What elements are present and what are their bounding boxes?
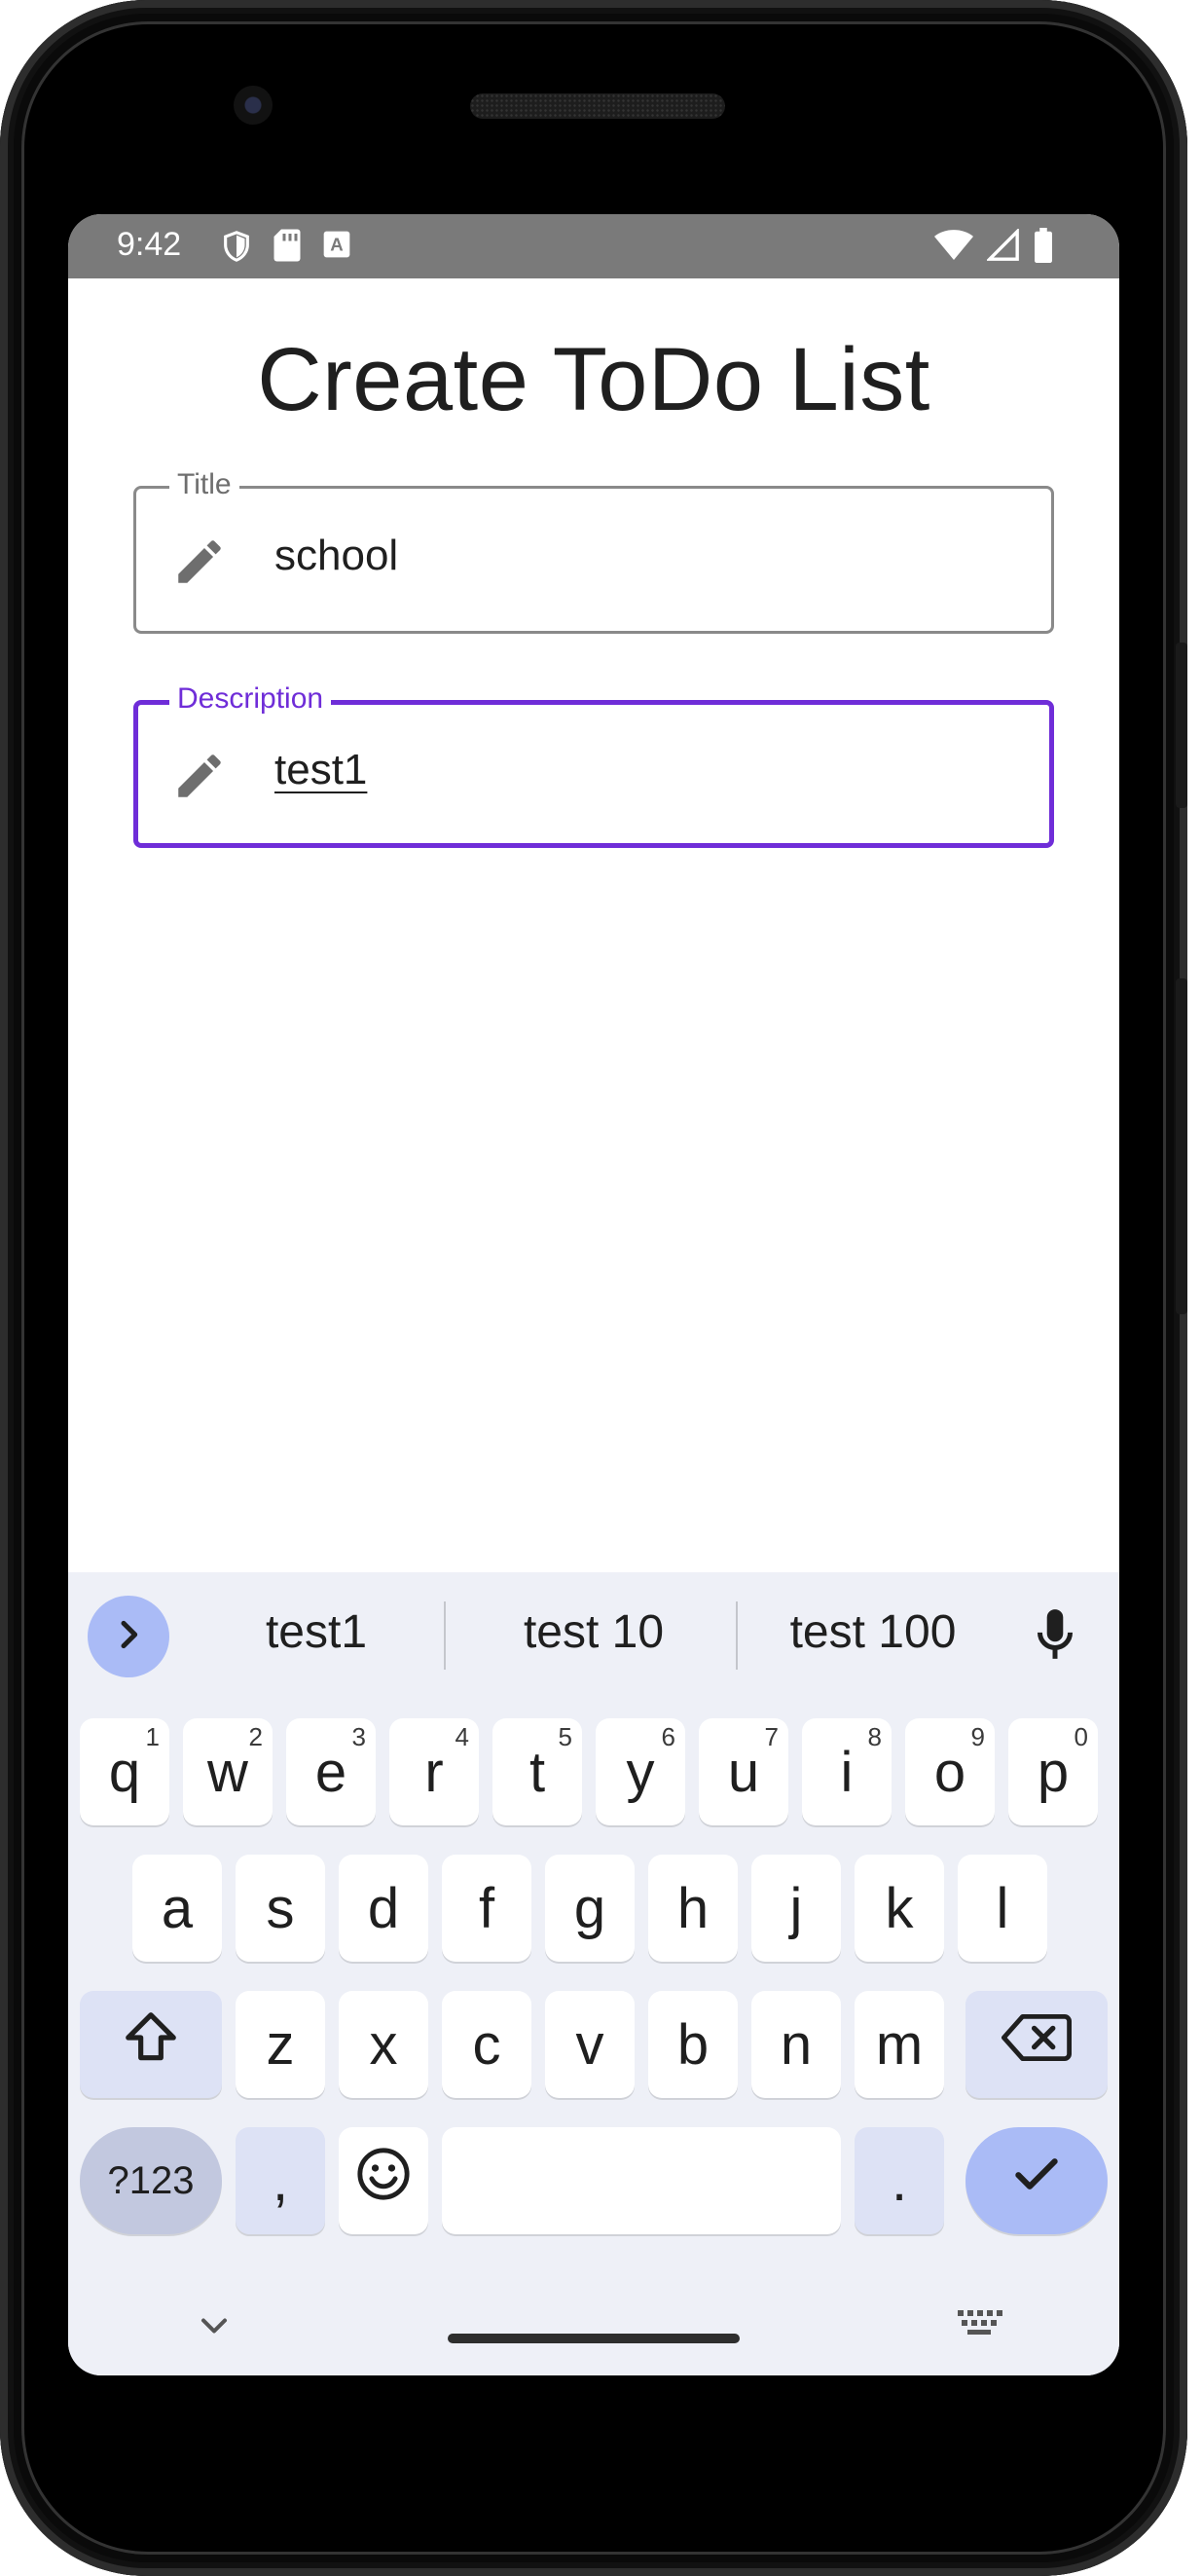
svg-text:A: A (330, 235, 343, 255)
comma-key[interactable]: , (236, 2127, 325, 2234)
suggestion-1[interactable]: test1 (243, 1605, 389, 1659)
status-icons-right (934, 228, 1053, 263)
shift-icon (121, 2007, 181, 2081)
keyboard-switch-icon[interactable] (954, 2306, 1004, 2350)
front-camera (234, 86, 273, 125)
suggestion-divider (444, 1601, 446, 1670)
key-i[interactable]: i8 (802, 1718, 892, 1825)
expand-toolbar-button[interactable] (88, 1596, 169, 1677)
screen: 9:42 A Create ToDo List Title school Des… (68, 214, 1119, 2375)
symbols-key[interactable]: ?123 (80, 2127, 222, 2234)
key-q[interactable]: q1 (80, 1718, 169, 1825)
key-p[interactable]: p0 (1008, 1718, 1098, 1825)
volume-button (1176, 643, 1187, 808)
key-b[interactable]: b (648, 1991, 738, 2098)
emoji-icon (355, 2146, 412, 2216)
emoji-key[interactable] (339, 2127, 428, 2234)
key-s[interactable]: s (236, 1855, 325, 1962)
status-icons-left: A (220, 228, 352, 265)
hide-keyboard-icon[interactable] (193, 2304, 236, 2352)
status-bar: 9:42 A (68, 214, 1119, 278)
key-k[interactable]: k (855, 1855, 944, 1962)
key-u[interactable]: u7 (699, 1718, 788, 1825)
title-field-label: Title (169, 467, 239, 502)
key-j[interactable]: j (751, 1855, 841, 1962)
checkmark-icon (1009, 2147, 1064, 2215)
key-c[interactable]: c (442, 1991, 531, 2098)
power-button (1176, 978, 1187, 1314)
navigation-bar (68, 2293, 1119, 2375)
key-f[interactable]: f (442, 1855, 531, 1962)
earpiece-speaker (470, 93, 725, 119)
title-input-value[interactable]: school (274, 532, 398, 580)
key-x[interactable]: x (339, 1991, 428, 2098)
period-key[interactable]: . (855, 2127, 944, 2234)
key-y[interactable]: y6 (596, 1718, 685, 1825)
key-w[interactable]: w2 (183, 1718, 273, 1825)
description-field-label: Description (169, 681, 332, 717)
shield-icon (220, 228, 253, 265)
description-field[interactable]: Description test1 (133, 681, 1054, 848)
page-title: Create ToDo List (257, 330, 930, 429)
title-field[interactable]: Title school (133, 467, 1054, 634)
keyboard-a-icon: A (321, 228, 352, 265)
suggestion-3[interactable]: test 100 (761, 1605, 985, 1659)
signal-icon (987, 229, 1020, 262)
wifi-icon (934, 229, 973, 262)
soft-keyboard: test1 test 10 test 100 q1 w2 e3 r4 t5 y6… (68, 1572, 1119, 2375)
key-e[interactable]: e3 (286, 1718, 376, 1825)
key-m[interactable]: m (855, 1991, 944, 2098)
enter-key[interactable] (965, 2127, 1108, 2234)
key-d[interactable]: d (339, 1855, 428, 1962)
key-z[interactable]: z (236, 1991, 325, 2098)
key-h[interactable]: h (648, 1855, 738, 1962)
key-l[interactable]: l (958, 1855, 1047, 1962)
home-gesture-bar[interactable] (448, 2334, 740, 2343)
microphone-icon[interactable] (1032, 1607, 1078, 1669)
description-input-value[interactable]: test1 (274, 746, 367, 794)
pencil-icon (171, 534, 228, 595)
key-o[interactable]: o9 (905, 1718, 995, 1825)
key-v[interactable]: v (545, 1991, 635, 2098)
backspace-icon (1002, 2010, 1072, 2079)
pencil-icon (171, 748, 228, 809)
key-t[interactable]: t5 (492, 1718, 582, 1825)
battery-icon (1034, 228, 1053, 263)
key-g[interactable]: g (545, 1855, 635, 1962)
key-a[interactable]: a (132, 1855, 222, 1962)
suggestion-2[interactable]: test 10 (496, 1605, 691, 1659)
chevron-right-icon (109, 1615, 148, 1659)
space-key[interactable] (442, 2127, 841, 2234)
key-n[interactable]: n (751, 1991, 841, 2098)
status-time: 9:42 (117, 226, 182, 263)
backspace-key[interactable] (965, 1991, 1108, 2098)
suggestion-divider (736, 1601, 738, 1670)
shift-key[interactable] (80, 1991, 222, 2098)
sd-card-icon (273, 228, 302, 265)
key-r[interactable]: r4 (389, 1718, 479, 1825)
suggestion-bar: test1 test 10 test 100 (68, 1572, 1119, 1699)
